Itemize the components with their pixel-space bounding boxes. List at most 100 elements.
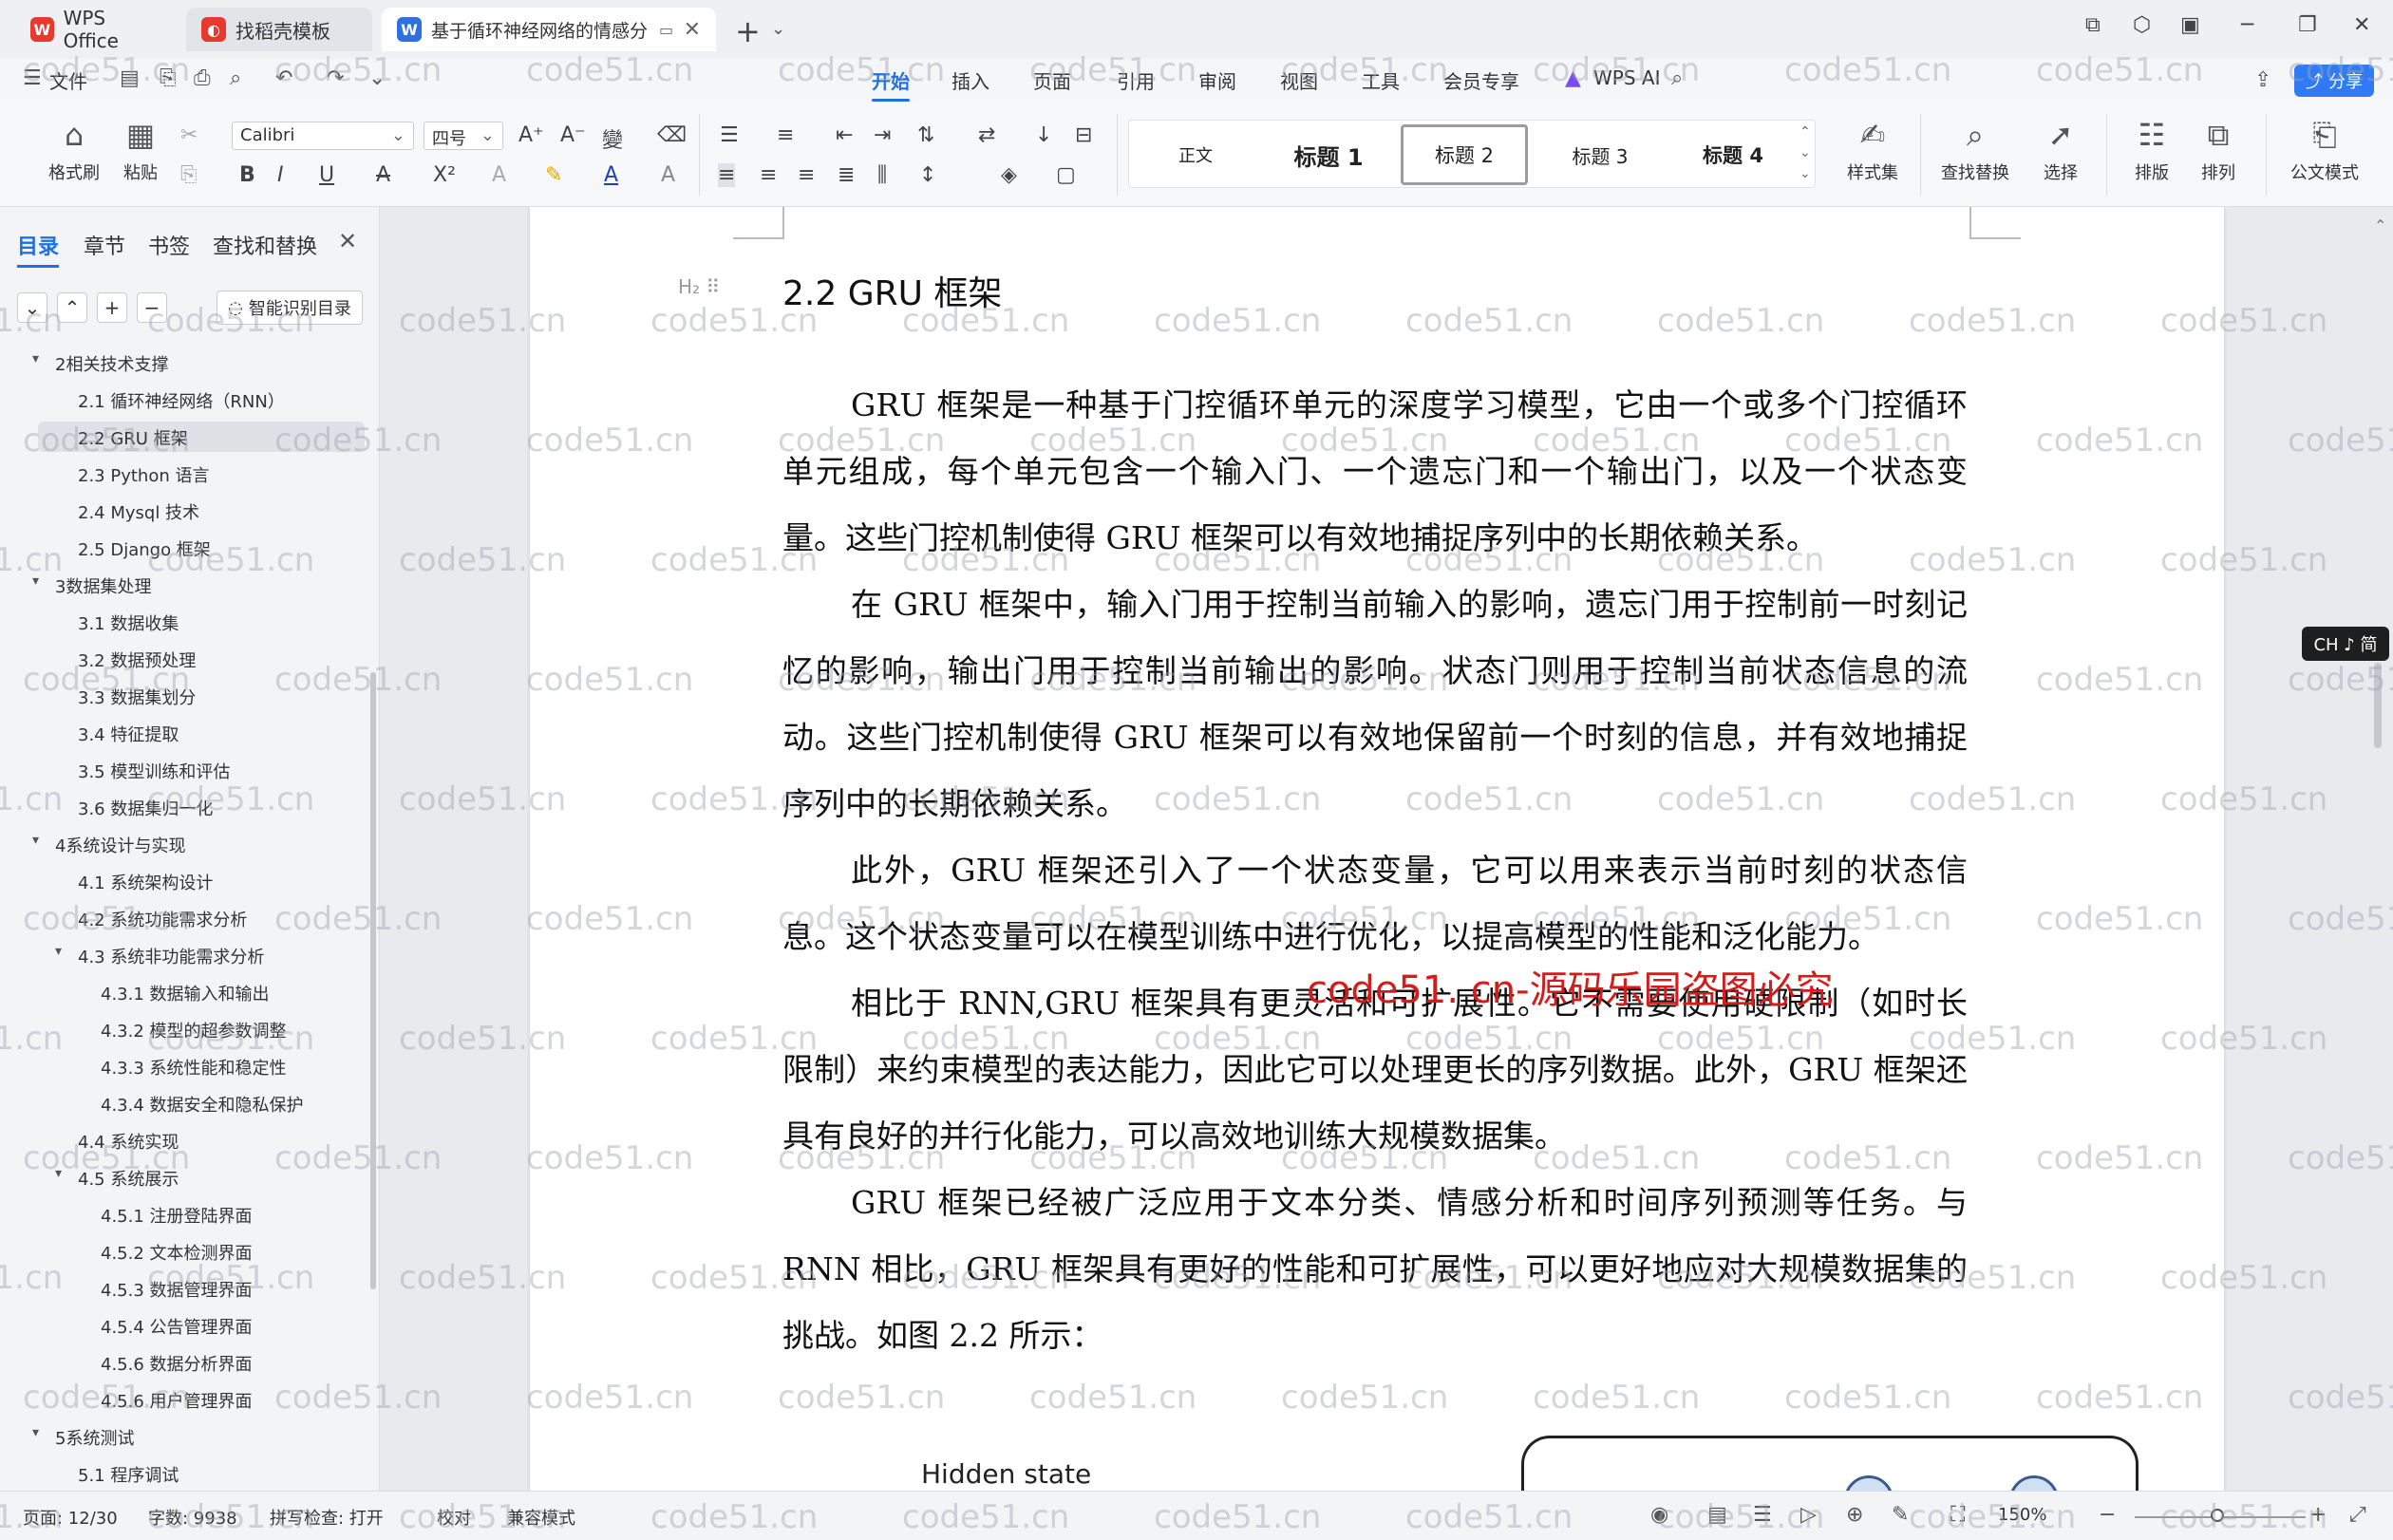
- style-heading-3[interactable]: 标题 3: [1534, 121, 1667, 189]
- cube-icon[interactable]: ⬡: [2133, 13, 2151, 37]
- toc-item[interactable]: 4.3.4 数据安全和隐私保护: [101, 1092, 304, 1117]
- find-replace-button[interactable]: ⌕ 查找替换: [1937, 116, 2013, 184]
- text-direction-icon[interactable]: ⇅: [917, 123, 934, 147]
- more-icon[interactable]: ⌄: [368, 66, 386, 90]
- expand-arrow-icon[interactable]: ▾: [32, 351, 39, 366]
- scroll-up-icon[interactable]: ⌃: [1799, 124, 1811, 140]
- minimize-icon[interactable]: ─: [2241, 13, 2253, 37]
- zoom-slider-knob[interactable]: [2211, 1509, 2224, 1522]
- tab-document[interactable]: W 基于循环神经网络的情感分 ▭ ✕: [382, 8, 716, 51]
- show-marks-icon[interactable]: ⊟: [1075, 123, 1092, 147]
- menu-page[interactable]: 页面: [1033, 66, 1071, 94]
- menu-insert[interactable]: 插入: [952, 66, 989, 94]
- proofread[interactable]: 校对: [437, 1505, 471, 1530]
- nav-tab-bookmark[interactable]: 书签: [148, 230, 190, 260]
- fullscreen-icon[interactable]: ⤢: [2349, 1503, 2366, 1527]
- paste-button[interactable]: ▦ 粘贴: [103, 116, 179, 184]
- menu-start[interactable]: 开始: [872, 66, 910, 102]
- tab-wps-office[interactable]: W WPS Office: [15, 7, 177, 52]
- section-heading[interactable]: 2.2 GRU 框架: [782, 266, 1002, 315]
- redo-icon[interactable]: ↷: [327, 66, 344, 90]
- cloud-upload-icon[interactable]: ⇪: [2254, 68, 2271, 92]
- toc-item[interactable]: 3.6 数据集归一化: [78, 796, 213, 820]
- toc-item[interactable]: 3.1 数据收集: [78, 610, 179, 635]
- toc-item[interactable]: ▾ 3数据集处理: [32, 573, 151, 598]
- search-icon[interactable]: ⌕: [1671, 66, 1683, 90]
- toc-item[interactable]: 2.4 Mysql 技术: [78, 499, 199, 524]
- bold-icon[interactable]: B: [239, 163, 255, 187]
- menu-reference[interactable]: 引用: [1117, 66, 1155, 94]
- menu-tools[interactable]: 工具: [1362, 66, 1400, 94]
- style-heading-2[interactable]: 标题 2: [1401, 124, 1528, 185]
- undo-icon[interactable]: ↶: [275, 66, 292, 90]
- italic-icon[interactable]: I: [277, 163, 284, 187]
- hamburger-icon[interactable]: ☰: [23, 66, 42, 90]
- text-effect-icon[interactable]: A: [492, 163, 506, 187]
- arrange-button[interactable]: ⧉ 排列: [2180, 116, 2256, 184]
- toc-item[interactable]: 2.1 循环神经网络（RNN）: [78, 388, 285, 413]
- print-icon[interactable]: ⎙: [194, 66, 211, 90]
- expand-arrow-icon[interactable]: ▾: [32, 1425, 39, 1440]
- toc-item[interactable]: 4.3.1 数据输入和输出: [101, 981, 270, 1005]
- close-window-icon[interactable]: ✕: [2353, 13, 2370, 37]
- toc-item[interactable]: 4.5.3 数据管理界面: [101, 1277, 253, 1302]
- justify-icon[interactable]: ≣: [838, 163, 855, 187]
- menu-file[interactable]: 文件: [49, 66, 87, 94]
- paragraph[interactable]: GRU 框架是一种基于门控循环单元的深度学习模型，它由一个或多个门控循环单元组成…: [782, 372, 1968, 572]
- toc-item[interactable]: 4.5.4 公告管理界面: [101, 1314, 253, 1339]
- align-left-icon[interactable]: ≡: [718, 163, 736, 187]
- font-name-select[interactable]: Calibri ⌄: [232, 122, 414, 150]
- paragraph[interactable]: 此外，GRU 框架还引入了一个状态变量，它可以用来表示当前时刻的状态信息。这个状…: [782, 837, 1968, 970]
- toc-item[interactable]: 4.1 系统架构设计: [78, 870, 213, 894]
- decrease-indent-icon[interactable]: ⇤: [836, 123, 853, 147]
- select-button[interactable]: ➚ 选择: [2023, 116, 2099, 184]
- menu-vip[interactable]: 会员专享: [1443, 66, 1519, 94]
- layout-icon[interactable]: ⧉: [2085, 13, 2101, 37]
- cut-icon[interactable]: ✂: [180, 123, 198, 147]
- border-icon[interactable]: ▢: [1056, 163, 1076, 187]
- sort-icon[interactable]: ↓: [1035, 123, 1052, 147]
- style-heading-4[interactable]: 标题 4: [1667, 121, 1799, 189]
- zoom-level[interactable]: 150%: [1998, 1505, 2046, 1525]
- strikethrough-icon[interactable]: A: [376, 163, 390, 187]
- share-button[interactable]: ⤴ 分享: [2294, 65, 2374, 97]
- toc-item[interactable]: ▾ 2相关技术支撑: [32, 351, 168, 376]
- superscript-icon[interactable]: X²: [433, 163, 456, 187]
- save-icon[interactable]: ▤: [120, 66, 140, 90]
- nav-tab-toc[interactable]: 目录: [17, 230, 60, 268]
- pen-icon[interactable]: ✎: [1892, 1503, 1909, 1527]
- tab-template[interactable]: ◐ 找稻壳模板: [186, 8, 372, 51]
- char-shading-icon[interactable]: A: [661, 163, 675, 187]
- toc-item[interactable]: ▾ 4.5 系统展示: [55, 1166, 179, 1191]
- underline-icon[interactable]: U: [319, 163, 334, 187]
- paragraph[interactable]: 在 GRU 框架中，输入门用于控制当前输入的影响，遗忘门用于控制前一时刻记忆的影…: [782, 572, 1968, 837]
- toc-item[interactable]: 4.3.2 模型的超参数调整: [101, 1018, 287, 1042]
- increase-indent-icon[interactable]: ⇥: [874, 123, 891, 147]
- shading-icon[interactable]: ◈: [1001, 163, 1017, 187]
- expand-arrow-icon[interactable]: ▾: [55, 1166, 62, 1181]
- word-count[interactable]: 字数: 9938: [148, 1505, 237, 1530]
- add-icon[interactable]: +: [97, 292, 127, 323]
- nav-tab-chapter[interactable]: 章节: [84, 230, 125, 260]
- remove-icon[interactable]: −: [137, 292, 167, 323]
- spell-check[interactable]: 拼写检查: 打开: [270, 1505, 384, 1530]
- toc-item[interactable]: 4.4 系统实现: [78, 1129, 179, 1154]
- fit-icon[interactable]: ⛶: [1950, 1503, 1965, 1527]
- smart-toc-button[interactable]: ◌ 智能识别目录: [217, 291, 363, 325]
- menu-wps-ai[interactable]: WPS AI: [1593, 66, 1660, 89]
- scrollbar[interactable]: [370, 672, 376, 1289]
- toc-item[interactable]: 4.3.3 系统性能和稳定性: [101, 1055, 287, 1080]
- swap-icon[interactable]: ⇄: [978, 123, 995, 147]
- highlight-icon[interactable]: ✎: [545, 163, 562, 187]
- grow-font-icon[interactable]: A⁺: [518, 123, 544, 147]
- toc-item[interactable]: ▾ 4.3 系统非功能需求分析: [55, 944, 264, 968]
- toc-item[interactable]: 5.1 程序调试: [78, 1462, 179, 1487]
- toc-item[interactable]: 4.5.2 文本检测界面: [101, 1240, 253, 1265]
- close-tab-icon[interactable]: ✕: [684, 18, 701, 42]
- line-spacing-icon[interactable]: ↕: [919, 163, 936, 187]
- web-view-icon[interactable]: ⊕: [1846, 1503, 1863, 1527]
- toc-item[interactable]: ▾ 5系统测试: [32, 1425, 134, 1450]
- new-tab-icon[interactable]: +: [735, 13, 761, 49]
- toc-item[interactable]: 4.5.6 用户管理界面: [101, 1388, 253, 1413]
- heading-marker-icon[interactable]: H₂ ⠿: [678, 275, 720, 298]
